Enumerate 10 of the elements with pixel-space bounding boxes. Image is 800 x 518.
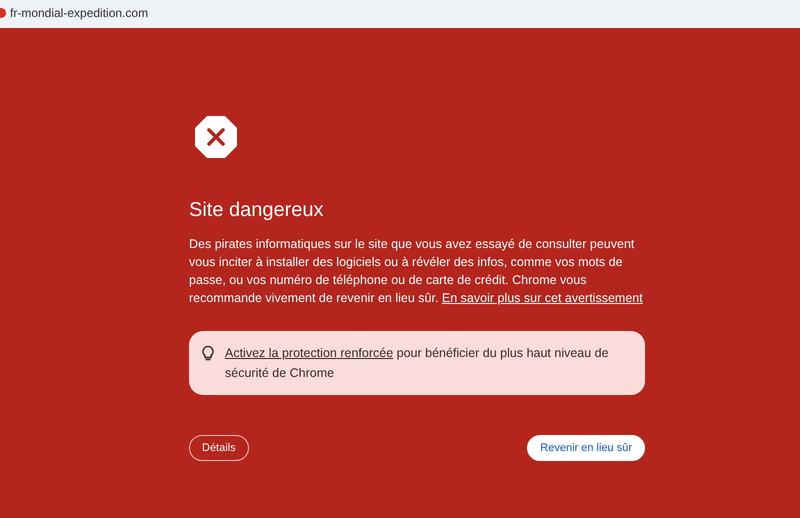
danger-icon <box>194 115 238 159</box>
back-to-safety-button[interactable]: Revenir en lieu sûr <box>527 435 645 461</box>
tip-text: Activez la protection renforcée pour bénéficier du plus haut niveau de sécurité de Chrome <box>225 345 610 382</box>
details-button[interactable]: Détails <box>189 435 249 461</box>
lightbulb-icon <box>201 345 215 361</box>
url-text[interactable]: fr-mondial-expedition.com <box>10 4 148 22</box>
enhanced-protection-link[interactable]: Activez la protection renforcée <box>225 346 394 360</box>
warning-title: Site dangereux <box>189 198 325 223</box>
learn-more-link[interactable]: En savoir plus sur cet avertissement <box>442 291 643 305</box>
warning-paragraph: Des pirates informatiques sur le site que vous avez essayé de consulter peuvent vous inciter à installer des logiciels ou à révéler des infos, comme vos mots de passe, ou vos numéro de téléphone ou de carte de crédit. Chrome vous recommande vivement de revenir en lieu sûr. En savoir plus sur cet avertissement <box>189 236 644 307</box>
